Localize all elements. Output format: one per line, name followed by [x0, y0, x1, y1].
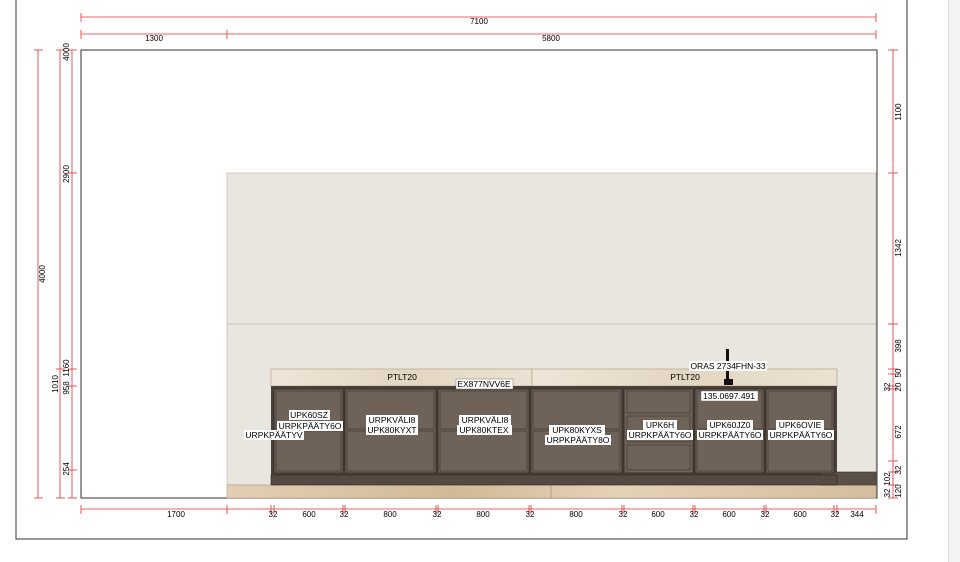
dim-bottom-1: 32	[269, 510, 278, 519]
dim-bottom-7: 32	[526, 510, 535, 519]
label-cab2-line2: URPKPÄÄTY6O	[279, 421, 342, 431]
kitchen-elevation-drawing: 7100 1300 5800 4000 4000 1010 2900 1160 …	[15, 0, 908, 540]
dim-bottom-4: 800	[383, 510, 397, 519]
dim-top-total: 7100	[470, 17, 488, 26]
label-cab7-line2: URPKPÄÄTY6O	[699, 430, 762, 440]
dim-bottom-6: 800	[476, 510, 490, 519]
dim-left-outer: 4000	[38, 265, 47, 283]
label-cab6-line1: UPK6H	[646, 420, 674, 430]
dim-bottom-16: 344	[850, 510, 864, 519]
dim-left-outer-top: 4000	[62, 43, 71, 61]
dim-right-7: 672	[894, 425, 903, 439]
label-cab5-line2: URPKPÄÄTY8O	[547, 435, 610, 445]
label-cab6-line2: URPKPÄÄTY6O	[629, 430, 692, 440]
label-hob: EX877NVV6E	[457, 379, 511, 389]
dim-top-left: 1300	[145, 34, 163, 43]
dim-bottom-8: 800	[569, 510, 583, 519]
dim-bottom-2: 600	[302, 510, 316, 519]
dim-right-6: 20	[894, 382, 903, 391]
label-cab3-line1: URPKVÄLI8	[369, 415, 416, 425]
dim-right-3: 398	[894, 339, 903, 353]
label-tap-value: 135.0697.491	[703, 391, 755, 401]
label-worktop-right: PTLT20	[670, 372, 700, 382]
dim-left-inner-b: 958	[62, 381, 71, 395]
label-cab2-line1: UPK60SZ	[290, 410, 328, 420]
dim-bottom-5: 32	[433, 510, 442, 519]
dim-right-5: 32	[883, 382, 892, 391]
dim-bottom-11: 32	[690, 510, 699, 519]
dim-right-2: 1342	[894, 239, 903, 257]
wall-upper	[226, 172, 877, 325]
dim-top-right: 5800	[542, 34, 560, 43]
dim-left-outer-mid: 1010	[51, 375, 60, 393]
label-cab4-line1: URPKVÄLI8	[462, 415, 509, 425]
dim-bottom-12: 600	[722, 510, 736, 519]
label-cab4-line2: UPK80KTEX	[459, 425, 508, 435]
dim-left-inner-c: 254	[62, 462, 71, 476]
dim-bottom-0: 1700	[167, 510, 185, 519]
dim-right-4: 50	[894, 368, 903, 377]
vertical-scrollbar[interactable]	[948, 0, 960, 562]
label-cab3-line2: UPK80KYXT	[367, 425, 416, 435]
dim-right-9: 102	[883, 472, 892, 486]
dim-bottom-15: 32	[831, 510, 840, 519]
dim-bottom-9: 32	[619, 510, 628, 519]
dim-bottom-10: 600	[651, 510, 665, 519]
dim-bottom-13: 32	[761, 510, 770, 519]
label-cab1-side: URPKPÄÄTYV	[245, 430, 302, 440]
label-tap: ORAS 2734FHN-33	[690, 361, 765, 371]
floor-strip	[226, 484, 877, 499]
dim-left-inner-a: 1160	[62, 359, 71, 377]
label-cab7-line1: UPK60JZ0	[709, 420, 750, 430]
dim-bottom-14: 600	[793, 510, 807, 519]
label-cab8-line1: UPK6OVIE	[779, 420, 822, 430]
dim-right-8: 32	[894, 465, 903, 474]
label-cab8-line2: URPKPÄÄTY6O	[770, 430, 833, 440]
dim-left-inner-top: 2900	[62, 165, 71, 183]
dim-right-11: 32	[883, 488, 892, 497]
dim-bottom-3: 32	[340, 510, 349, 519]
label-cab5-line1: UPK80KYXS	[552, 425, 602, 435]
dim-right-10: 120	[894, 484, 903, 498]
dim-right-1: 1100	[894, 103, 903, 121]
label-worktop-left: PTLT20	[387, 372, 417, 382]
